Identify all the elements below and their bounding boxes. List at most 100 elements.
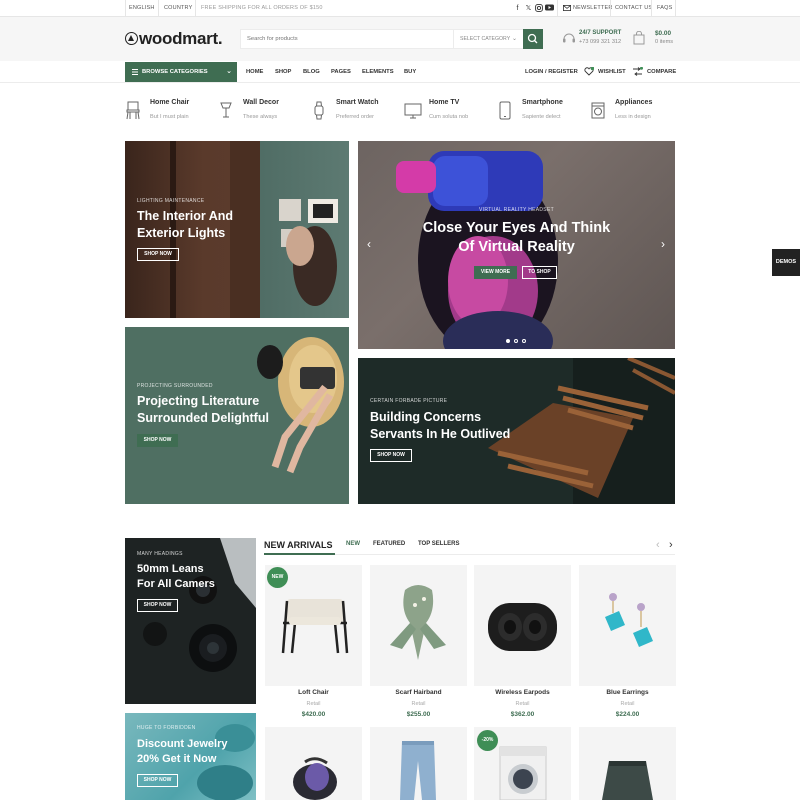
nav-buy[interactable]: BUY <box>404 61 416 83</box>
banner-building-concerns[interactable]: CERTAIN FORBADE PICTURE Building Concern… <box>358 358 675 504</box>
shop-now-button[interactable]: SHOP NOW <box>137 248 179 261</box>
scarf-icon <box>390 585 446 660</box>
product-category[interactable]: Retail <box>579 701 676 707</box>
product-card[interactable]: Scarf Hairband Retail $255.00 <box>370 565 467 725</box>
category-home-chair[interactable]: Home Chair But I must plain <box>125 97 215 127</box>
nav-elements[interactable]: ELEMENTS <box>362 61 394 83</box>
slider-next-arrow-icon[interactable]: › <box>661 237 665 251</box>
product-image[interactable] <box>370 727 467 800</box>
search-button[interactable] <box>523 29 543 49</box>
slider-dot[interactable] <box>506 339 510 343</box>
x-icon[interactable]: 𝕏 <box>524 4 533 13</box>
slider-dot[interactable] <box>522 339 526 343</box>
nav-blog[interactable]: BLOG <box>303 61 320 83</box>
tab-new[interactable]: NEW <box>346 541 360 547</box>
nav-shop[interactable]: SHOP <box>275 61 291 83</box>
banner-kicker: HUGE TO FORBIDDEN <box>137 725 196 731</box>
banner-kicker: PROJECTING SURROUNDED <box>137 383 213 389</box>
browse-categories-button[interactable]: BROWSE CATEGORIES ⌄ <box>125 62 237 82</box>
category-subtitle: Less in design <box>615 114 651 120</box>
demos-button[interactable]: DEMOS <box>772 249 800 276</box>
category-select[interactable]: SELECT CATEGORY ⌄ <box>453 30 523 48</box>
top-bar: ENGLISH COUNTRY FREE SHIPPING FOR ALL OR… <box>0 0 800 17</box>
product-category[interactable]: Retail <box>370 701 467 707</box>
search-input[interactable] <box>241 30 453 48</box>
category-appliances[interactable]: Appliances Less in design <box>590 97 680 127</box>
banner-discount-jewelry[interactable]: HUGE TO FORBIDDEN Discount Jewelry 20% G… <box>125 713 256 800</box>
logo-mark-icon <box>125 32 138 45</box>
jeans-icon <box>400 741 436 800</box>
cart[interactable]: $0.00 0 items <box>633 29 683 51</box>
divider <box>675 0 676 17</box>
product-card[interactable]: Blue Earrings Retail $224.00 <box>579 565 676 725</box>
nav-pages[interactable]: PAGES <box>331 61 351 83</box>
tab-top-sellers[interactable]: TOP SELLERS <box>418 541 459 547</box>
category-smart-watch[interactable]: Smart Watch Preferred order <box>311 97 401 127</box>
newsletter-link[interactable]: NEWSLETTER <box>573 0 613 17</box>
banner-projecting-literature[interactable]: PROJECTING SURROUNDED Projecting Literat… <box>125 327 349 504</box>
category-wall-decor[interactable]: Wall Decor These always <box>218 97 308 127</box>
banner-kicker: LIGHTING MAINTENANCE <box>137 198 205 204</box>
product-name[interactable]: Scarf Hairband <box>370 689 467 696</box>
tab-featured[interactable]: FEATURED <box>373 541 405 547</box>
category-title: Home TV <box>429 99 460 106</box>
banner-interior-lights[interactable]: LIGHTING MAINTENANCE The Interior And Ex… <box>125 141 349 318</box>
browse-categories-label: BROWSE CATEGORIES <box>142 69 208 75</box>
facebook-icon[interactable]: f <box>513 4 522 13</box>
contact-link[interactable]: CONTACT US <box>615 0 652 17</box>
compare-icon[interactable] <box>632 67 643 76</box>
product-image[interactable] <box>579 565 676 686</box>
product-category[interactable]: Retail <box>265 701 362 707</box>
category-subtitle: Cum soluta nob <box>429 114 469 120</box>
divider <box>651 0 652 17</box>
heart-icon[interactable] <box>584 67 594 76</box>
logo[interactable]: woodmart. <box>125 29 223 49</box>
view-more-button[interactable]: VIEW MORE <box>474 266 517 279</box>
wishlist-link[interactable]: WISHLIST <box>598 61 626 83</box>
country-selector[interactable]: COUNTRY <box>164 0 193 17</box>
hero-slider-vr[interactable]: VIRTUAL REALITY HEADSET Close Your Eyes … <box>358 141 675 349</box>
category-subtitle: But I must plain <box>150 114 189 120</box>
banner-title: Building Concerns Servants In He Outlive… <box>370 410 511 441</box>
banner-kicker: MANY HEADINGS <box>137 551 183 557</box>
product-image[interactable] <box>265 727 362 800</box>
carousel-next-icon[interactable]: › <box>669 539 673 551</box>
discount-badge: -20% <box>477 730 498 751</box>
to-shop-button[interactable]: TO SHOP <box>522 266 557 279</box>
instagram-icon[interactable] <box>534 4 543 13</box>
product-image[interactable] <box>474 565 571 686</box>
product-name[interactable]: Blue Earrings <box>579 689 676 696</box>
category-home-tv[interactable]: Home TV Cum soluta nob <box>404 97 494 127</box>
skirt-icon <box>602 761 653 800</box>
faqs-link[interactable]: FAQS <box>657 0 672 17</box>
slider-dot[interactable] <box>514 339 518 343</box>
product-category[interactable]: Retail <box>474 701 571 707</box>
youtube-icon[interactable] <box>545 4 554 13</box>
product-image[interactable] <box>579 727 676 800</box>
slider-prev-arrow-icon[interactable]: ‹ <box>367 237 371 251</box>
product-card[interactable]: NEW Loft Chair Retail $420.00 <box>265 565 362 725</box>
shop-now-button[interactable]: SHOP NOW <box>370 449 412 462</box>
category-title: Wall Decor <box>243 99 279 106</box>
login-register-link[interactable]: LOGIN / REGISTER <box>525 61 578 83</box>
product-name[interactable]: Wireless Earpods <box>474 689 571 696</box>
compare-link[interactable]: COMPARE <box>647 61 676 83</box>
product-price: $420.00 <box>301 711 326 718</box>
search-bar: SELECT CATEGORY⌄ <box>240 29 543 49</box>
language-selector[interactable]: ENGLISH <box>129 0 155 17</box>
category-title: Smartphone <box>522 99 563 106</box>
banner-50mm-lens[interactable]: MANY HEADINGS 50mm Leans For All Camers … <box>125 538 256 704</box>
product-image[interactable] <box>370 565 467 686</box>
category-subtitle: Sapiente delect <box>522 114 561 120</box>
category-smartphone[interactable]: Smartphone Sapiente delect <box>497 97 587 127</box>
nav-home[interactable]: HOME <box>246 61 263 83</box>
carousel-prev-icon[interactable]: ‹ <box>656 539 660 551</box>
support-info[interactable]: 24/7 SUPPORT +73 099 321 312 <box>562 29 632 51</box>
shop-now-button[interactable]: SHOP NOW <box>137 599 178 612</box>
shop-now-button[interactable]: SHOP NOW <box>137 434 178 447</box>
product-name[interactable]: Loft Chair <box>265 689 362 696</box>
product-card[interactable]: Wireless Earpods Retail $362.00 <box>474 565 571 725</box>
shop-now-button[interactable]: SHOP NOW <box>137 774 178 787</box>
category-title: Appliances <box>615 99 653 106</box>
category-title: Smart Watch <box>336 99 379 106</box>
